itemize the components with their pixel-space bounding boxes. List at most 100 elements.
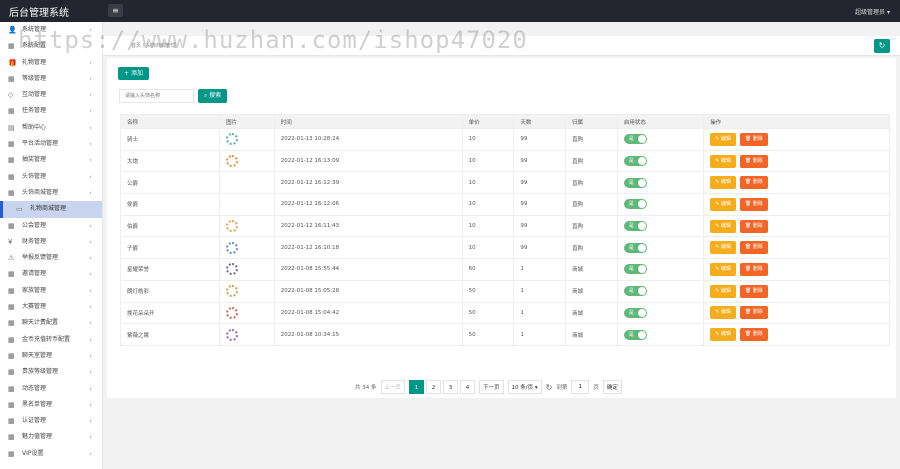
enable-switch[interactable]: 是 bbox=[623, 286, 647, 297]
enable-switch[interactable]: 是 bbox=[623, 329, 647, 340]
delete-button[interactable]: 🗑 删除 bbox=[739, 241, 768, 255]
delete-button[interactable]: 🗑 删除 bbox=[739, 306, 768, 320]
sidebar-item[interactable]: ▭ 礼物商城管理 bbox=[0, 201, 102, 218]
cell-name: 伯爵 bbox=[119, 214, 221, 238]
switch-knob bbox=[637, 287, 646, 296]
edit-button[interactable]: ✎ 编辑 bbox=[710, 262, 736, 276]
enable-switch[interactable]: 是 bbox=[623, 242, 647, 253]
sidebar-item[interactable]: ▤ 帮助中心 ‹ bbox=[0, 120, 102, 136]
sidebar-item[interactable]: ▦ 贵族等级管理 ‹ bbox=[0, 364, 102, 380]
cell-time: 2022-01-08 15:55:44 bbox=[273, 258, 463, 281]
next-page-button[interactable]: 下一页 bbox=[479, 380, 504, 394]
sidebar-item[interactable]: 👤 系统管理 ‹ bbox=[0, 22, 102, 38]
search-input[interactable] bbox=[119, 89, 194, 103]
delete-button[interactable]: 🗑 删除 bbox=[739, 262, 768, 276]
delete-button[interactable]: 🗑 删除 bbox=[739, 132, 768, 146]
page-button[interactable]: 4 bbox=[460, 380, 476, 394]
cell-belong: 商城 bbox=[565, 301, 618, 325]
caret-down-icon: ▾ bbox=[886, 9, 890, 16]
search-button[interactable]: ⌕ 搜索 bbox=[198, 89, 227, 103]
reload-icon[interactable]: ↻ bbox=[546, 383, 553, 392]
sidebar-item[interactable]: 🎁 礼物管理 ‹ bbox=[0, 55, 102, 71]
enable-switch[interactable]: 是 bbox=[623, 264, 647, 275]
cell-price: 10 bbox=[461, 193, 515, 216]
cell-status: 是 bbox=[616, 236, 705, 260]
sidebar-item[interactable]: ▦ 家族管理 ‹ bbox=[0, 283, 102, 299]
edit-button[interactable]: ✎ 编辑 bbox=[710, 284, 736, 298]
user-menu[interactable]: 超级管理员 ▾ bbox=[855, 7, 890, 16]
chevron-left-icon: ‹ bbox=[89, 140, 92, 149]
sidebar-item[interactable]: ▦ 平台活动管理 ‹ bbox=[0, 136, 102, 152]
sidebar-item[interactable]: ▦ 等级管理 ‹ bbox=[0, 71, 102, 87]
edit-button[interactable]: ✎ 编辑 bbox=[710, 219, 736, 233]
edit-button[interactable]: ✎ 编辑 bbox=[710, 306, 736, 320]
app-title: 后台管理系统 bbox=[9, 8, 69, 19]
cell-belong: 直购 bbox=[565, 149, 618, 173]
cell-price: 50 bbox=[461, 301, 515, 325]
content-card: + 添加 ⌕ 搜索 名称图片时间单价天数归属启用状态操作 骑士 2022-01-1… bbox=[107, 58, 896, 398]
delete-button[interactable]: 🗑 删除 bbox=[739, 154, 768, 168]
sidebar-item[interactable]: ▦ 聊天室管理 ‹ bbox=[0, 348, 102, 364]
chevron-left-icon: ‹ bbox=[89, 400, 92, 409]
page-button[interactable]: 3 bbox=[443, 380, 459, 394]
sidebar-item[interactable]: ▦ 任务管理 ‹ bbox=[0, 103, 102, 119]
edit-button[interactable]: ✎ 编辑 bbox=[710, 176, 736, 190]
switch-label: 是 bbox=[628, 223, 634, 230]
add-button[interactable]: + 添加 bbox=[118, 67, 149, 80]
grid-icon: ▦ bbox=[8, 449, 15, 458]
sidebar-item[interactable]: ▦ 黑名单管理 ‹ bbox=[0, 397, 102, 413]
edit-button[interactable]: ✎ 编辑 bbox=[710, 328, 736, 342]
per-page-select[interactable]: 10 条/页 ▾ bbox=[507, 380, 542, 394]
page-button[interactable]: 1 bbox=[409, 380, 425, 394]
menu-toggle-button[interactable]: ≡ bbox=[108, 4, 123, 17]
sidebar-item[interactable]: ▦ 动态管理 ‹ bbox=[0, 381, 102, 397]
headwear-thumbnail bbox=[226, 133, 239, 146]
sidebar-item[interactable]: ▦ VIP设置 ‹ bbox=[0, 446, 102, 462]
delete-button[interactable]: 🗑 删除 bbox=[739, 284, 768, 298]
sidebar-item[interactable]: ▦ 公会管理 ‹ bbox=[0, 218, 102, 234]
goto-confirm-button[interactable]: 确定 bbox=[602, 380, 622, 394]
sidebar-item[interactable]: ▦ 聊天计费配置 ‹ bbox=[0, 315, 102, 331]
sidebar-item[interactable]: ▦ 认证管理 ‹ bbox=[0, 413, 102, 429]
enable-switch[interactable]: 是 bbox=[623, 177, 647, 188]
page-button[interactable]: 2 bbox=[426, 380, 442, 394]
sidebar-item[interactable]: ▦ 魅力值管理 ‹ bbox=[0, 429, 102, 445]
cell-belong: 商城 bbox=[565, 258, 618, 281]
goto-page-input[interactable] bbox=[571, 380, 590, 394]
sidebar-item[interactable]: ▦ 金币充值转币配置 ‹ bbox=[0, 332, 102, 348]
enable-switch[interactable]: 是 bbox=[623, 199, 647, 210]
delete-button[interactable]: 🗑 删除 bbox=[739, 219, 768, 233]
enable-switch[interactable]: 是 bbox=[623, 307, 647, 318]
edit-button[interactable]: ✎ 编辑 bbox=[710, 241, 736, 255]
cell-actions: ✎ 编辑 🗑 删除 bbox=[703, 279, 890, 303]
switch-knob bbox=[637, 157, 646, 166]
delete-button[interactable]: 🗑 删除 bbox=[739, 328, 768, 342]
refresh-button[interactable]: ↻ bbox=[874, 39, 890, 53]
cell-days: 1 bbox=[513, 279, 567, 303]
edit-button[interactable]: ✎ 编辑 bbox=[710, 132, 736, 146]
table-row: 大炮 2022-01-12 16:13:09 10 99 直购 是 ✎ 编辑 🗑 删除 bbox=[119, 149, 890, 173]
prev-page-button[interactable]: 上一页 bbox=[380, 380, 406, 394]
sidebar-item[interactable]: ◇ 互动管理 ‹ bbox=[0, 87, 102, 103]
delete-button[interactable]: 🗑 删除 bbox=[739, 176, 768, 190]
sidebar-item[interactable]: ¥ 财务管理 ‹ bbox=[0, 234, 102, 250]
edit-button[interactable]: ✎ 编辑 bbox=[710, 154, 736, 168]
enable-switch[interactable]: 是 bbox=[623, 221, 647, 232]
sidebar-item[interactable]: ⚠ 举报反馈管理 ‹ bbox=[0, 250, 102, 266]
sidebar-item[interactable]: ▦ 邀请管理 ‹ bbox=[0, 266, 102, 282]
delete-button[interactable]: 🗑 删除 bbox=[739, 197, 768, 211]
enable-switch[interactable]: 是 bbox=[623, 156, 647, 167]
sidebar-item-label: 魅力值管理 bbox=[22, 433, 53, 441]
table-row: 伯爵 2022-01-12 16:11:43 10 99 直购 是 ✎ 编辑 🗑 删除 bbox=[119, 214, 890, 238]
sidebar-item-label: 聊天计费配置 bbox=[22, 319, 59, 327]
sidebar-item[interactable]: ▦ 头饰管理 ‹ bbox=[0, 169, 102, 185]
sidebar-item[interactable]: ▦ 大赛管理 ‹ bbox=[0, 299, 102, 315]
sidebar-item[interactable]: ▦ 抽奖管理 ‹ bbox=[0, 152, 102, 168]
sidebar-item-label: 帮助中心 bbox=[22, 123, 47, 131]
enable-switch[interactable]: 是 bbox=[623, 134, 647, 145]
chevron-left-icon: ‹ bbox=[89, 270, 92, 279]
grid-icon: ▦ bbox=[8, 270, 15, 279]
sidebar-item[interactable]: ▦ 系统配置 bbox=[0, 38, 102, 54]
edit-button[interactable]: ✎ 编辑 bbox=[710, 197, 736, 211]
sidebar-item[interactable]: ▦ 头饰商城管理 ‹ bbox=[0, 185, 102, 201]
